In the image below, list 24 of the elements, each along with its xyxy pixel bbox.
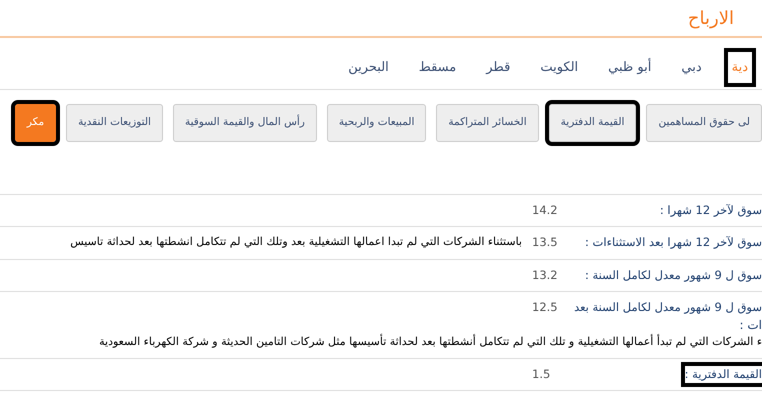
section-button[interactable]: المبيعات والربحية — [326, 104, 426, 142]
region-tab[interactable]: دبي — [677, 52, 706, 83]
page-title: الارباح — [688, 6, 734, 30]
row-label: سوق لآخر 12 شهرا : — [660, 202, 762, 219]
row-label: ات : — [740, 317, 762, 334]
section-button[interactable]: رأس المال والقيمة السوقية — [172, 104, 317, 142]
region-tab[interactable]: البحرين — [344, 52, 393, 83]
region-tab[interactable]: أبو ظبي — [604, 52, 656, 83]
row-value: 1.5 — [532, 366, 552, 382]
row-note: باستثناء الشركات التي لم تبدا اعمالها التشغيلية بعد وتلك التي لم تتكامل انشطتها بعد لحداثة تاسيس — [70, 234, 522, 250]
region-tab[interactable]: الكويت — [536, 52, 582, 83]
row-note: ء الشركات التي لم تبدأ أعمالها التشغيلية و تلك التي لم تتكامل أنشطتها بعد لحداثة تأسيسها مثل شركات التامين الحديثة و شركة الكهرباء السعودية — [98, 334, 762, 350]
row-value: 13.5 — [532, 234, 559, 252]
region-tab[interactable]: مسقط — [414, 52, 460, 83]
row-label: سوق لآخر 12 شهرا بعد الاستثناءات : — [585, 234, 762, 252]
section-button[interactable]: لى حقوق المساهمين — [646, 104, 762, 142]
region-tab[interactable]: قطر — [482, 52, 514, 83]
row-label: سوق ل 9 شهور معدل لكامل السنة : — [584, 266, 762, 284]
row-value: 13.2 — [532, 266, 559, 284]
row-value: 14.2 — [532, 202, 559, 219]
section-button[interactable]: التوزيعات النقدية — [66, 104, 163, 142]
row-value: 12.5 — [532, 298, 559, 316]
row-label: سوق ل 9 شهور معدل لكامل السنة بعد — [574, 298, 762, 316]
section-button[interactable]: الخسائر المتراكمة — [436, 104, 539, 142]
